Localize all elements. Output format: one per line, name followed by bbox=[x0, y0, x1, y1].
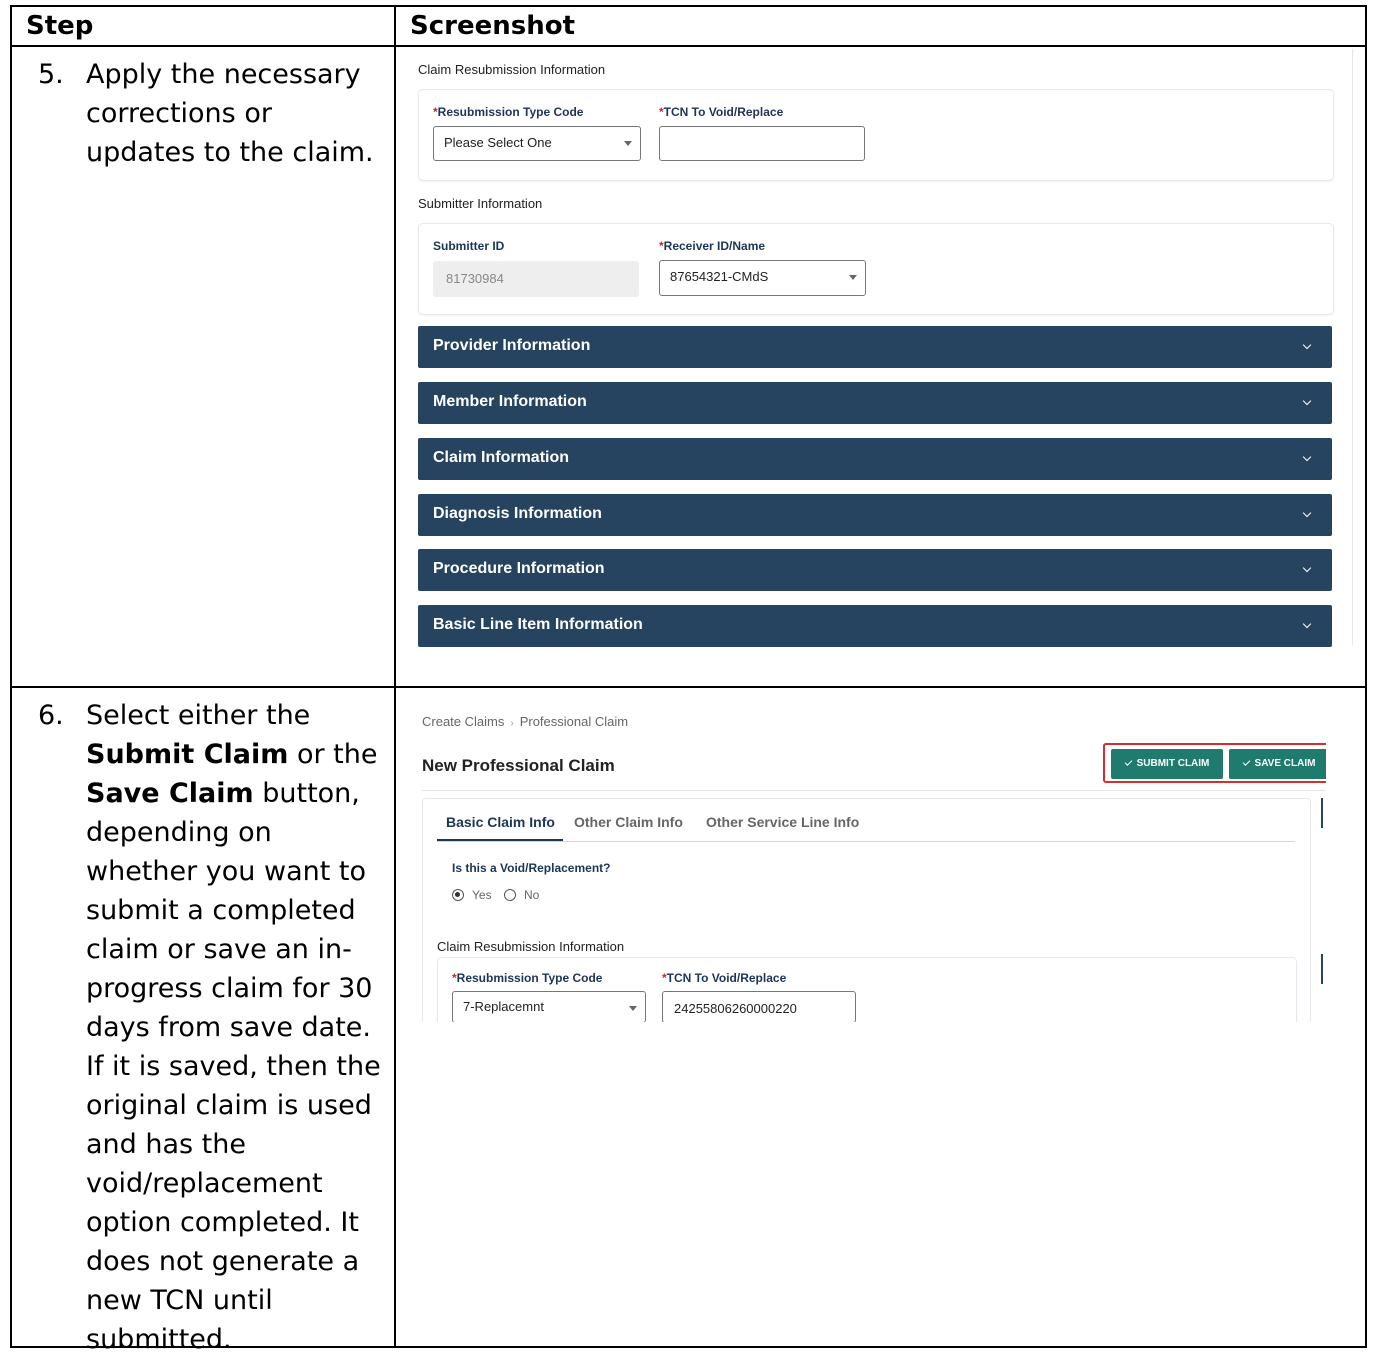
caret-down-icon bbox=[629, 1006, 637, 1011]
button-label: SUBMIT CLAIM bbox=[1136, 758, 1210, 769]
submitter-card: Submitter ID 81730984 *Receiver ID/Name … bbox=[418, 223, 1334, 315]
submitter-id-label: Submitter ID bbox=[433, 239, 505, 253]
select-value: 87654321-CMdS bbox=[670, 269, 769, 284]
claim-form-panel: Basic Claim Info Other Claim Info Other … bbox=[422, 798, 1311, 1022]
tcn-label: *TCN To Void/Replace bbox=[659, 105, 783, 119]
accordion-basic-line-item-information[interactable]: Basic Line Item Information bbox=[418, 605, 1332, 647]
submitter-id-field: 81730984 bbox=[433, 261, 639, 297]
section-title: Claim Resubmission Information bbox=[418, 62, 606, 77]
step-5-cell: 5. Apply the necessary corrections or up… bbox=[10, 45, 396, 688]
radio-yes-label: Yes bbox=[472, 888, 492, 902]
screenshot-2: Create Claims › Professional Claim New Pro… bbox=[406, 714, 1326, 1022]
section-title: Submitter Information bbox=[418, 196, 543, 211]
tcn-input[interactable]: 24255806260000220 bbox=[662, 991, 856, 1022]
label-text: TCN To Void/Replace bbox=[666, 971, 787, 985]
screenshot-1-cell: Claim Resubmission Information *Resubmis… bbox=[394, 45, 1367, 688]
accordion-title: Claim Information bbox=[433, 449, 570, 466]
accordion-claim-information[interactable]: Claim Information bbox=[418, 438, 1332, 480]
chevron-down-icon bbox=[1302, 563, 1312, 573]
radio-no-label: No bbox=[524, 888, 540, 902]
resubmission-card: *Resubmission Type Code 7-Replacemnt *TC… bbox=[437, 957, 1297, 1022]
text-part: button, depending on whether you want to… bbox=[86, 778, 381, 1355]
breadcrumb-create-claims[interactable]: Create Claims bbox=[422, 714, 504, 729]
screenshot-2-cell: Create Claims › Professional Claim New Pro… bbox=[394, 686, 1367, 1348]
receiver-label: *Receiver ID/Name bbox=[659, 239, 765, 253]
accordion-title: Basic Line Item Information bbox=[433, 616, 643, 633]
accordion-title: Provider Information bbox=[433, 337, 591, 354]
chevron-down-icon bbox=[1302, 452, 1312, 462]
submit-claim-button[interactable]: SUBMIT CLAIM bbox=[1111, 749, 1223, 779]
tab-bar: Basic Claim Info Other Claim Info Other … bbox=[437, 811, 1295, 842]
caret-down-icon bbox=[624, 141, 632, 146]
step-5-description: Apply the necessary corrections or updat… bbox=[86, 59, 374, 168]
resubmission-type-label: *Resubmission Type Code bbox=[452, 971, 602, 985]
accordion-diagnosis-information[interactable]: Diagnosis Information bbox=[418, 494, 1332, 536]
submit-claim-term: Submit Claim bbox=[86, 739, 289, 770]
resubmission-type-select[interactable]: 7-Replacemnt bbox=[452, 991, 646, 1022]
breadcrumb: Create Claims › Professional Claim bbox=[422, 714, 628, 729]
void-replacement-question: Is this a Void/Replacement? bbox=[452, 861, 611, 875]
select-value: 7-Replacemnt bbox=[463, 999, 544, 1014]
save-claim-button[interactable]: SAVE CLAIM bbox=[1229, 749, 1326, 779]
chevron-down-icon bbox=[1302, 508, 1312, 518]
step-6-text: 6. Select either the Submit Claim or the… bbox=[38, 696, 388, 1359]
label-text: Receiver ID/Name bbox=[663, 239, 766, 253]
resubmission-card: *Resubmission Type Code Please Select On… bbox=[418, 89, 1334, 181]
chevron-down-icon bbox=[1302, 396, 1312, 406]
accordion-title: Member Information bbox=[433, 393, 587, 410]
label-text: Resubmission Type Code bbox=[456, 971, 603, 985]
tab-other-claim-info[interactable]: Other Claim Info bbox=[574, 814, 683, 830]
breadcrumb-professional-claim: Professional Claim bbox=[519, 714, 629, 729]
accordion-procedure-information[interactable]: Procedure Information bbox=[418, 549, 1332, 591]
chevron-down-icon bbox=[1302, 340, 1312, 350]
step-6-cell: 6. Select either the Submit Claim or the… bbox=[10, 686, 396, 1355]
step-number: 6. bbox=[38, 700, 64, 731]
page-title: New Professional Claim bbox=[422, 756, 615, 775]
accordion-member-information[interactable]: Member Information bbox=[418, 382, 1332, 424]
select-value: Please Select One bbox=[444, 135, 552, 150]
breadcrumb-separator: › bbox=[510, 718, 514, 729]
tab-other-service-line-info[interactable]: Other Service Line Info bbox=[706, 814, 859, 830]
resubmission-type-select[interactable]: Please Select One bbox=[433, 126, 641, 161]
accordion-title: Procedure Information bbox=[433, 560, 605, 577]
header-divider bbox=[422, 790, 1326, 791]
scroll-edge bbox=[1321, 798, 1323, 828]
radio-no[interactable] bbox=[504, 889, 516, 901]
tcn-label: *TCN To Void/Replace bbox=[662, 971, 786, 985]
check-icon bbox=[1242, 758, 1250, 766]
caret-down-icon bbox=[849, 275, 857, 280]
button-label: SAVE CLAIM bbox=[1254, 758, 1316, 769]
accordion-title: Diagnosis Information bbox=[433, 505, 602, 522]
screenshot-1: Claim Resubmission Information *Resubmis… bbox=[406, 49, 1353, 647]
text-part: Select either the bbox=[86, 700, 311, 731]
accordion-provider-information[interactable]: Provider Information bbox=[418, 326, 1332, 368]
text-part: or the bbox=[288, 739, 378, 770]
header-step: Step bbox=[10, 5, 396, 47]
instruction-table: Step Screenshot 5. Apply the necessary c… bbox=[10, 5, 1367, 1355]
save-claim-term: Save Claim bbox=[86, 778, 254, 809]
check-icon bbox=[1124, 758, 1132, 766]
header-screenshot: Screenshot bbox=[394, 5, 1367, 47]
radio-yes[interactable] bbox=[452, 889, 464, 901]
active-tab-indicator bbox=[437, 839, 563, 841]
resubmission-type-label: *Resubmission Type Code bbox=[433, 105, 583, 119]
scroll-edge bbox=[1321, 954, 1323, 984]
tcn-input[interactable] bbox=[659, 126, 865, 161]
section-title: Claim Resubmission Information bbox=[437, 939, 625, 954]
label-text: TCN To Void/Replace bbox=[663, 105, 784, 119]
step-5-text: 5. Apply the necessary corrections or up… bbox=[38, 55, 388, 172]
tab-basic-claim-info[interactable]: Basic Claim Info bbox=[446, 814, 555, 830]
label-text: Resubmission Type Code bbox=[437, 105, 584, 119]
receiver-select[interactable]: 87654321-CMdS bbox=[659, 260, 866, 296]
highlighted-button-group: SUBMIT CLAIM SAVE CLAIM bbox=[1103, 743, 1326, 783]
step-6-description: Select either the Submit Claim or the Sa… bbox=[86, 696, 388, 1359]
step-number: 5. bbox=[38, 59, 64, 90]
chevron-down-icon bbox=[1302, 619, 1312, 629]
